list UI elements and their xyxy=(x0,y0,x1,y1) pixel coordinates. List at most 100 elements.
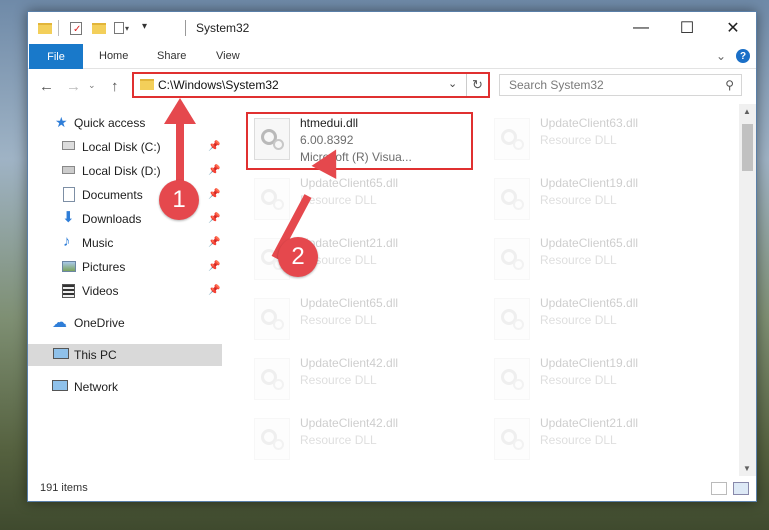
maximize-button[interactable]: ☐ xyxy=(664,12,710,44)
dll-file-icon xyxy=(494,358,530,400)
address-bar[interactable]: C:\Windows\System32 ⌄ ↻ xyxy=(132,72,490,98)
file-name: UpdateClient21.dll xyxy=(540,416,639,430)
file-name: UpdateClient65.dll xyxy=(540,236,639,250)
nav-item-music[interactable]: ♪ Music 📌 xyxy=(28,232,222,254)
title-bar: ✓ ▾ ▾ System32 — ☐ ✕ xyxy=(28,12,756,44)
nav-item-pictures[interactable]: Pictures 📌 xyxy=(28,256,222,278)
divider xyxy=(58,20,59,36)
pin-icon[interactable]: 📌 xyxy=(208,213,220,224)
tab-file[interactable]: File xyxy=(29,44,83,69)
file-tile[interactable]: UpdateClient65.dll Resource DLL xyxy=(246,170,472,226)
address-row: ← → ⌄ ↑ C:\Windows\System32 ⌄ ↻ Search S… xyxy=(28,70,756,104)
scrollbar-thumb[interactable] xyxy=(742,124,753,171)
file-highlight-box xyxy=(246,112,473,170)
item-count: 191 items xyxy=(40,482,88,494)
nav-item-videos[interactable]: Videos 📌 xyxy=(28,280,222,302)
file-name: UpdateClient65.dll xyxy=(300,176,399,190)
file-name: UpdateClient19.dll xyxy=(540,176,639,190)
status-bar: 191 items xyxy=(28,477,756,501)
nav-item-this-pc[interactable]: This PC xyxy=(28,344,222,366)
dll-file-icon xyxy=(494,178,530,220)
file-name: UpdateClient42.dll xyxy=(300,416,399,430)
nav-label: Videos xyxy=(82,284,119,298)
pin-icon[interactable]: 📌 xyxy=(208,165,220,176)
refresh-icon[interactable]: ↻ xyxy=(466,74,488,96)
pin-icon[interactable]: 📌 xyxy=(208,189,220,200)
file-tile[interactable]: UpdateClient63.dll Resource DLL xyxy=(486,110,712,166)
file-description: Resource DLL xyxy=(540,433,617,447)
file-name: UpdateClient63.dll xyxy=(540,116,639,130)
search-placeholder[interactable]: Search System32 xyxy=(509,78,604,92)
star-icon: ★ xyxy=(55,114,68,130)
file-tile[interactable]: UpdateClient19.dll Resource DLL xyxy=(486,350,712,406)
file-tile[interactable]: UpdateClient65.dll Resource DLL xyxy=(486,230,712,286)
dll-file-icon xyxy=(254,178,290,220)
file-name: UpdateClient65.dll xyxy=(300,296,399,310)
dll-file-icon xyxy=(494,238,530,280)
dll-file-icon xyxy=(494,118,530,160)
dll-file-icon xyxy=(254,358,290,400)
title-separator xyxy=(185,20,186,36)
pin-icon[interactable]: 📌 xyxy=(208,237,220,248)
scroll-down-icon[interactable]: ▼ xyxy=(743,464,751,473)
pin-icon[interactable]: 📌 xyxy=(208,141,220,152)
back-arrow-icon[interactable]: ← xyxy=(39,78,54,95)
tab-home[interactable]: Home xyxy=(99,50,128,62)
file-name: UpdateClient19.dll xyxy=(540,356,639,370)
nav-label: Pictures xyxy=(82,260,126,274)
nav-item-onedrive[interactable]: ☁ OneDrive xyxy=(28,312,222,334)
file-tile[interactable]: UpdateClient65.dll Resource DLL xyxy=(486,290,712,346)
vertical-scrollbar[interactable]: ▲ ▼ xyxy=(739,104,756,476)
recent-locations-icon[interactable]: ⌄ xyxy=(88,80,96,91)
up-arrow-icon[interactable]: ↑ xyxy=(111,78,119,95)
scroll-up-icon[interactable]: ▲ xyxy=(743,107,751,116)
file-description: Resource DLL xyxy=(540,193,617,207)
forward-arrow-icon[interactable]: → xyxy=(66,78,81,95)
nav-label: OneDrive xyxy=(74,316,125,330)
file-tile[interactable]: UpdateClient65.dll Resource DLL xyxy=(246,290,472,346)
navigation-pane: ★ Quick access Local Disk (C:) 📌 Local D… xyxy=(28,104,222,476)
nav-label: This PC xyxy=(74,348,117,362)
cloud-icon: ☁ xyxy=(52,314,67,331)
folder-icon xyxy=(140,79,154,90)
nav-label: Documents xyxy=(82,188,143,202)
annotation-arrowhead-1 xyxy=(164,98,196,124)
tab-view[interactable]: View xyxy=(216,50,240,62)
file-tile[interactable]: UpdateClient42.dll Resource DLL xyxy=(246,410,472,466)
nav-item-local-disk-d[interactable]: Local Disk (D:) 📌 xyxy=(28,160,222,182)
file-tile[interactable]: UpdateClient21.dll Resource DLL xyxy=(486,410,712,466)
pin-icon[interactable]: 📌 xyxy=(208,285,220,296)
file-tile[interactable]: UpdateClient19.dll Resource DLL xyxy=(486,170,712,226)
address-dropdown-icon[interactable]: ⌄ xyxy=(448,77,457,90)
computer-icon xyxy=(53,348,69,359)
step-badge-1: 1 xyxy=(159,180,199,220)
file-tile[interactable]: UpdateClient42.dll Resource DLL xyxy=(246,350,472,406)
search-icon[interactable]: ⚲ xyxy=(725,78,734,92)
nav-label: Quick access xyxy=(74,116,146,130)
file-description: Resource DLL xyxy=(300,433,377,447)
properties-icon[interactable]: ✓ xyxy=(68,20,84,36)
close-button[interactable]: ✕ xyxy=(710,12,756,44)
address-path[interactable]: C:\Windows\System32 xyxy=(158,78,279,92)
file-description: Resource DLL xyxy=(540,133,617,147)
customize-quick-access-icon[interactable]: ▾ xyxy=(113,20,129,36)
nav-item-network[interactable]: Network xyxy=(28,376,222,398)
minimize-button[interactable]: — xyxy=(618,12,664,44)
documents-icon xyxy=(63,187,75,202)
file-description: Resource DLL xyxy=(540,373,617,387)
large-icons-view-icon[interactable] xyxy=(733,482,749,495)
new-folder-icon[interactable] xyxy=(91,20,107,36)
details-view-icon[interactable] xyxy=(711,482,727,495)
quick-access-dropdown-icon[interactable]: ▾ xyxy=(142,21,158,37)
pictures-icon xyxy=(62,261,76,272)
pin-icon[interactable]: 📌 xyxy=(208,261,220,272)
folder-icon xyxy=(37,20,53,36)
dll-file-icon xyxy=(254,418,290,460)
nav-item-local-disk-c[interactable]: Local Disk (C:) 📌 xyxy=(28,136,222,158)
chevron-down-icon[interactable]: ⌄ xyxy=(716,49,726,63)
dll-file-icon xyxy=(254,298,290,340)
tab-share[interactable]: Share xyxy=(157,50,186,62)
nav-label: Downloads xyxy=(82,212,142,226)
help-icon[interactable]: ? xyxy=(736,49,750,63)
search-box[interactable]: Search System32 ⚲ xyxy=(499,74,742,96)
